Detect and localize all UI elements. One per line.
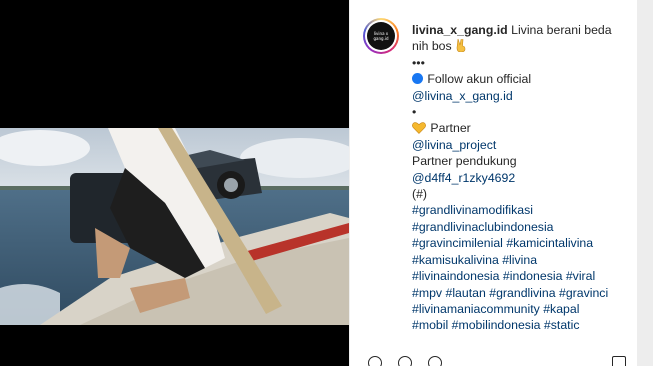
instagram-post-card: livina x gang.id livina_x_gang.id Livina… (0, 0, 637, 366)
caption-line: Partner (412, 120, 630, 136)
hashtag-line: #livinamaniacommunity #kapal (412, 301, 630, 317)
caption-text: Partner pendukung (412, 154, 517, 169)
hashtag-link[interactable]: #mobil #mobilindonesia #static (412, 318, 579, 332)
post-side-panel: livina x gang.id livina_x_gang.id Livina… (349, 0, 637, 366)
hashtag-link[interactable]: #livinaindonesia #indonesia #viral (412, 269, 595, 283)
post-video[interactable] (0, 0, 349, 366)
caption-text: • (412, 105, 417, 120)
avatar-logo-text: livina x gang.id (373, 31, 389, 41)
mention-link[interactable]: @livina_project (412, 138, 496, 152)
action-bar (368, 356, 628, 366)
hashtag-line: #grandlivinamodifikasi (412, 202, 630, 218)
post-caption: livina_x_gang.id Livina berani beda nih … (412, 22, 630, 334)
hashtag-link[interactable]: #grandlivinamodifikasi (412, 203, 533, 217)
caption-line: Partner pendukung (412, 153, 630, 169)
yellow-heart-icon (412, 122, 426, 135)
caption-line: ••• (412, 55, 630, 71)
hashtag-line: #gravincimilenial #kamicintalivina (412, 235, 630, 251)
mention-link[interactable]: @livina_x_gang.id (412, 89, 513, 103)
hashtag-link[interactable]: #gravincimilenial #kamicintalivina (412, 236, 593, 250)
hashtag-line: #livinaindonesia #indonesia #viral (412, 268, 630, 284)
mention-link[interactable]: @d4ff4_r1zky4692 (412, 171, 515, 185)
caption-line: nih bos (412, 38, 630, 54)
like-icon[interactable] (368, 356, 382, 366)
caption-line: (#) (412, 186, 630, 202)
caption-text: ••• (412, 55, 425, 70)
caption-line: @livina_x_gang.id (412, 88, 630, 104)
share-icon[interactable] (428, 356, 442, 366)
caption-line: Follow akun official (412, 71, 630, 87)
hashtag-line: #kamisukalivina #livina (412, 252, 630, 268)
caption-line: @d4ff4_r1zky4692 (412, 170, 630, 186)
blue-circle-icon (412, 73, 423, 85)
page-background: livina x gang.id livina_x_gang.id Livina… (0, 0, 653, 366)
user-avatar[interactable]: livina x gang.id (363, 18, 399, 54)
victory-hand-icon (456, 39, 466, 53)
caption-line: • (412, 104, 630, 120)
caption-line: livina_x_gang.id Livina berani beda (412, 22, 630, 38)
username-link[interactable]: livina_x_gang.id (412, 23, 508, 37)
post-photo (0, 128, 349, 325)
caption-text: Partner (430, 121, 471, 136)
hashtag-line: #mobil #mobilindonesia #static (412, 317, 630, 333)
comment-icon[interactable] (398, 356, 412, 366)
hashtag-link[interactable]: #livinamaniacommunity #kapal (412, 302, 579, 316)
hashtag-line: #grandlivinaclubindonesia (412, 219, 630, 235)
hashtag-link[interactable]: #mpv #lautan #grandlivina #gravinci (412, 286, 608, 300)
caption-text: (#) (412, 187, 428, 202)
hashtag-line: #mpv #lautan #grandlivina #gravinci (412, 285, 630, 301)
caption-text: nih bos (412, 39, 452, 54)
caption-text: Follow akun official (427, 72, 532, 87)
hashtag-link[interactable]: #kamisukalivina #livina (412, 253, 537, 267)
save-icon[interactable] (612, 356, 626, 366)
caption-text: Livina berani beda (511, 23, 612, 37)
hashtag-link[interactable]: #grandlivinaclubindonesia (412, 220, 554, 234)
caption-line: @livina_project (412, 137, 630, 153)
